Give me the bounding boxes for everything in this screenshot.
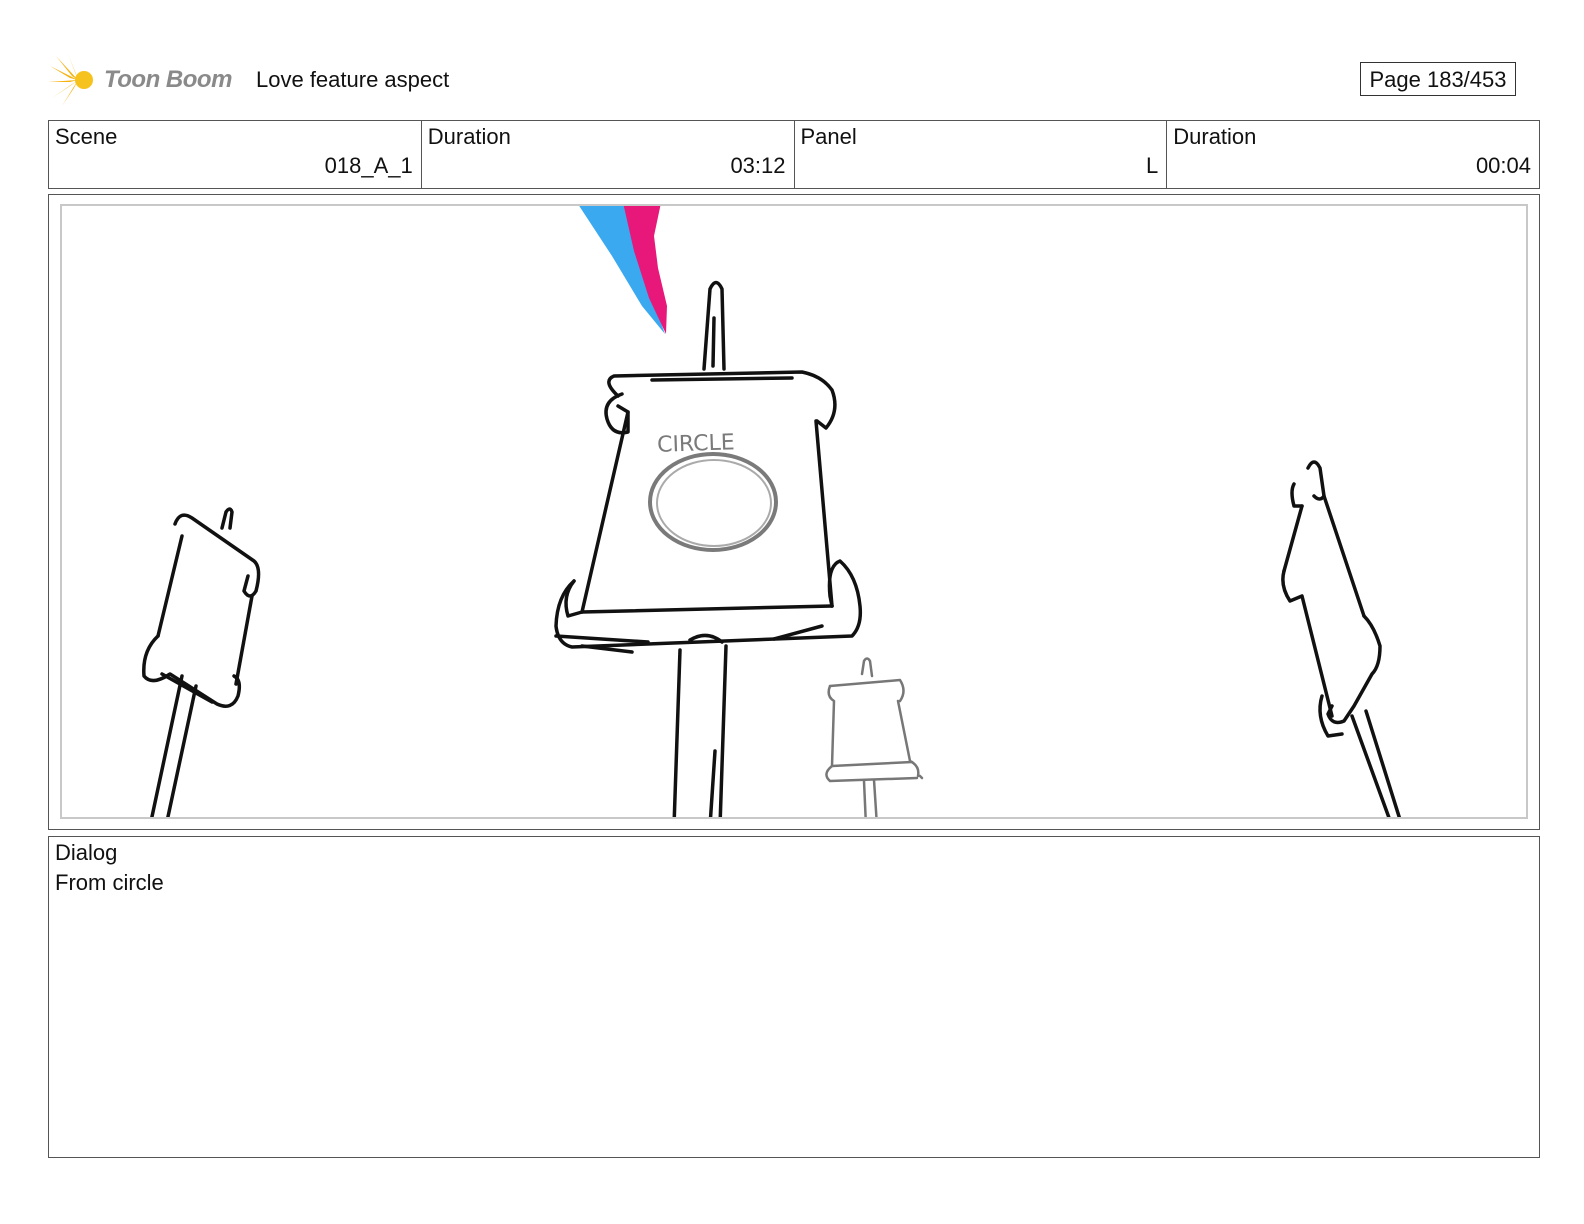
small-sign: [825, 657, 924, 817]
drawn-circle-inner: [656, 459, 772, 547]
panel-drawing-area: CIRCLE: [60, 204, 1528, 819]
scene-duration-label: Duration: [427, 124, 511, 149]
scene-value: 018_A_1: [324, 153, 413, 178]
panel-cell: Panel L: [795, 121, 1168, 188]
panel-label: Panel: [800, 124, 857, 149]
logo-text: Toon Boom: [104, 66, 232, 93]
scene-duration-cell: Duration 03:12: [422, 121, 795, 188]
panel-duration-cell: Duration 00:04: [1167, 121, 1539, 188]
page-counter: Page 183/453: [1360, 62, 1516, 96]
scene-duration-value: 03:12: [730, 153, 786, 178]
storyboard-panel: CIRCLE: [48, 194, 1540, 830]
scene-info-table: Scene 018_A_1 Duration 03:12 Panel L Dur…: [48, 120, 1540, 189]
right-sign: [1281, 460, 1402, 817]
dialog-label: Dialog: [55, 840, 118, 865]
page-header: Toon Boom Love feature aspect Page 183/4…: [48, 50, 1538, 110]
toon-boom-logo: Toon Boom: [48, 52, 248, 108]
dialog-text: From circle: [55, 870, 164, 895]
left-sign: [142, 507, 261, 817]
document-title: Love feature aspect: [256, 67, 450, 92]
panel-sketch: CIRCLE: [142, 206, 1402, 817]
panel-value: L: [1146, 153, 1159, 178]
scene-label: Scene: [55, 124, 118, 149]
drawn-circle: [648, 452, 778, 552]
sign-label-circle: CIRCLE: [657, 430, 735, 458]
starburst-icon: [48, 54, 93, 106]
scene-cell: Scene 018_A_1: [49, 121, 422, 188]
dialog-box: Dialog From circle: [48, 836, 1540, 1158]
panel-duration-value: 00:04: [1475, 153, 1531, 178]
panel-duration-label: Duration: [1173, 124, 1257, 149]
